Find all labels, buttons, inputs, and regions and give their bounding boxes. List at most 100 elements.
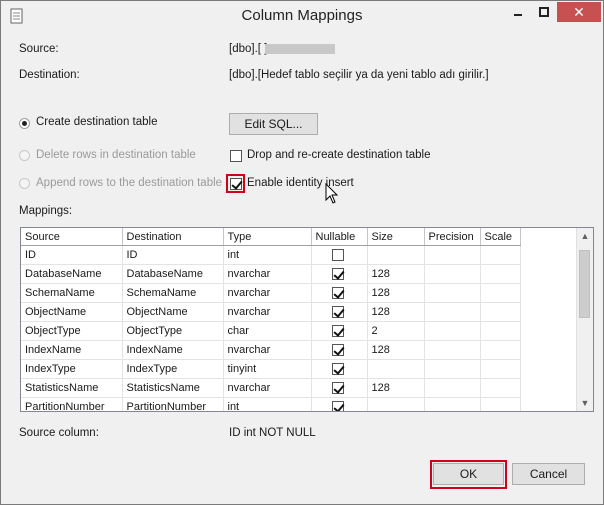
table-row[interactable]: DatabaseName DatabaseName nvarchar 128 bbox=[21, 264, 521, 284]
type-cell[interactable]: char bbox=[223, 321, 312, 341]
source-cell[interactable]: ObjectName bbox=[21, 302, 123, 322]
type-cell[interactable]: nvarchar bbox=[223, 283, 312, 303]
drop-recreate-label[interactable]: Drop and re-create destination table bbox=[247, 149, 430, 161]
edit-sql-button[interactable]: Edit SQL... bbox=[229, 113, 318, 135]
minimize-button[interactable] bbox=[505, 2, 531, 22]
destination-cell[interactable]: DatabaseName bbox=[122, 264, 224, 284]
scale-cell[interactable] bbox=[480, 245, 521, 265]
column-header-scale[interactable]: Scale bbox=[480, 228, 521, 246]
source-cell[interactable]: ID bbox=[21, 245, 123, 265]
nullable-cell[interactable] bbox=[311, 283, 368, 303]
append-rows-label[interactable]: Append rows to the destination table bbox=[36, 177, 222, 189]
scroll-thumb[interactable] bbox=[579, 250, 590, 318]
precision-cell[interactable] bbox=[424, 283, 481, 303]
precision-cell[interactable] bbox=[424, 302, 481, 322]
append-rows-radio[interactable] bbox=[19, 178, 30, 189]
precision-cell[interactable] bbox=[424, 245, 481, 265]
scroll-up-icon[interactable]: ▲ bbox=[577, 228, 593, 244]
create-table-radio[interactable] bbox=[19, 118, 30, 129]
scale-cell[interactable] bbox=[480, 397, 521, 411]
type-cell[interactable]: nvarchar bbox=[223, 302, 312, 322]
size-cell[interactable]: 2 bbox=[367, 321, 425, 341]
source-cell[interactable]: ObjectType bbox=[21, 321, 123, 341]
type-cell[interactable]: nvarchar bbox=[223, 378, 312, 398]
identity-insert-checkbox[interactable] bbox=[230, 178, 242, 190]
table-row[interactable]: ID ID int bbox=[21, 245, 521, 265]
nullable-checkbox[interactable] bbox=[331, 363, 344, 375]
nullable-checkbox[interactable] bbox=[331, 268, 344, 280]
nullable-checkbox[interactable] bbox=[331, 249, 344, 261]
scale-cell[interactable] bbox=[480, 302, 521, 322]
scale-cell[interactable] bbox=[480, 340, 521, 360]
scroll-down-icon[interactable]: ▼ bbox=[577, 395, 593, 411]
table-row[interactable]: PartitionNumber PartitionNumber int bbox=[21, 397, 521, 411]
source-cell[interactable]: StatisticsName bbox=[21, 378, 123, 398]
mappings-grid[interactable]: Source Destination Type Nullable Size Pr… bbox=[20, 227, 594, 412]
size-cell[interactable] bbox=[367, 245, 425, 265]
precision-cell[interactable] bbox=[424, 340, 481, 360]
scale-cell[interactable] bbox=[480, 283, 521, 303]
column-header-type[interactable]: Type bbox=[223, 228, 312, 246]
size-cell[interactable]: 128 bbox=[367, 302, 425, 322]
column-header-source[interactable]: Source bbox=[21, 228, 123, 246]
scale-cell[interactable] bbox=[480, 321, 521, 341]
nullable-checkbox[interactable] bbox=[331, 325, 344, 337]
precision-cell[interactable] bbox=[424, 321, 481, 341]
nullable-checkbox[interactable] bbox=[331, 287, 344, 299]
precision-cell[interactable] bbox=[424, 397, 481, 411]
source-cell[interactable]: PartitionNumber bbox=[21, 397, 123, 411]
table-row[interactable]: ObjectType ObjectType char 2 bbox=[21, 321, 521, 341]
size-cell[interactable]: 128 bbox=[367, 340, 425, 360]
size-cell[interactable]: 128 bbox=[367, 378, 425, 398]
type-cell[interactable]: nvarchar bbox=[223, 264, 312, 284]
scale-cell[interactable] bbox=[480, 264, 521, 284]
precision-cell[interactable] bbox=[424, 378, 481, 398]
create-table-label[interactable]: Create destination table bbox=[36, 116, 157, 128]
type-cell[interactable]: int bbox=[223, 245, 312, 265]
destination-cell[interactable]: PartitionNumber bbox=[122, 397, 224, 411]
table-row[interactable]: ObjectName ObjectName nvarchar 128 bbox=[21, 302, 521, 322]
source-cell[interactable]: IndexType bbox=[21, 359, 123, 379]
size-cell[interactable]: 128 bbox=[367, 264, 425, 284]
maximize-button[interactable] bbox=[531, 2, 557, 22]
size-cell[interactable] bbox=[367, 397, 425, 411]
ok-button[interactable]: OK bbox=[433, 463, 504, 485]
destination-cell[interactable]: IndexType bbox=[122, 359, 224, 379]
destination-cell[interactable]: ObjectType bbox=[122, 321, 224, 341]
column-header-destination[interactable]: Destination bbox=[122, 228, 224, 246]
table-row[interactable]: IndexName IndexName nvarchar 128 bbox=[21, 340, 521, 360]
source-cell[interactable]: SchemaName bbox=[21, 283, 123, 303]
nullable-cell[interactable] bbox=[311, 264, 368, 284]
nullable-cell[interactable] bbox=[311, 302, 368, 322]
drop-recreate-checkbox[interactable] bbox=[230, 150, 242, 162]
size-cell[interactable] bbox=[367, 359, 425, 379]
nullable-checkbox[interactable] bbox=[331, 401, 344, 411]
close-button[interactable]: ✕ bbox=[557, 2, 601, 22]
type-cell[interactable]: int bbox=[223, 397, 312, 411]
table-row[interactable]: SchemaName SchemaName nvarchar 128 bbox=[21, 283, 521, 303]
destination-cell[interactable]: ObjectName bbox=[122, 302, 224, 322]
type-cell[interactable]: tinyint bbox=[223, 359, 312, 379]
scale-cell[interactable] bbox=[480, 378, 521, 398]
grid-scrollbar[interactable]: ▲ ▼ bbox=[576, 228, 593, 411]
type-cell[interactable]: nvarchar bbox=[223, 340, 312, 360]
nullable-cell[interactable] bbox=[311, 359, 368, 379]
cancel-button[interactable]: Cancel bbox=[512, 463, 585, 485]
delete-rows-radio[interactable] bbox=[19, 150, 30, 161]
nullable-cell[interactable] bbox=[311, 340, 368, 360]
column-header-nullable[interactable]: Nullable bbox=[311, 228, 368, 246]
precision-cell[interactable] bbox=[424, 264, 481, 284]
delete-rows-label[interactable]: Delete rows in destination table bbox=[36, 149, 196, 161]
nullable-cell[interactable] bbox=[311, 397, 368, 411]
destination-cell[interactable]: IndexName bbox=[122, 340, 224, 360]
scale-cell[interactable] bbox=[480, 359, 521, 379]
size-cell[interactable]: 128 bbox=[367, 283, 425, 303]
nullable-cell[interactable] bbox=[311, 321, 368, 341]
nullable-checkbox[interactable] bbox=[331, 382, 344, 394]
destination-cell[interactable]: SchemaName bbox=[122, 283, 224, 303]
nullable-cell[interactable] bbox=[311, 378, 368, 398]
table-row[interactable]: StatisticsName StatisticsName nvarchar 1… bbox=[21, 378, 521, 398]
source-cell[interactable]: IndexName bbox=[21, 340, 123, 360]
column-header-size[interactable]: Size bbox=[367, 228, 425, 246]
table-row[interactable]: IndexType IndexType tinyint bbox=[21, 359, 521, 379]
